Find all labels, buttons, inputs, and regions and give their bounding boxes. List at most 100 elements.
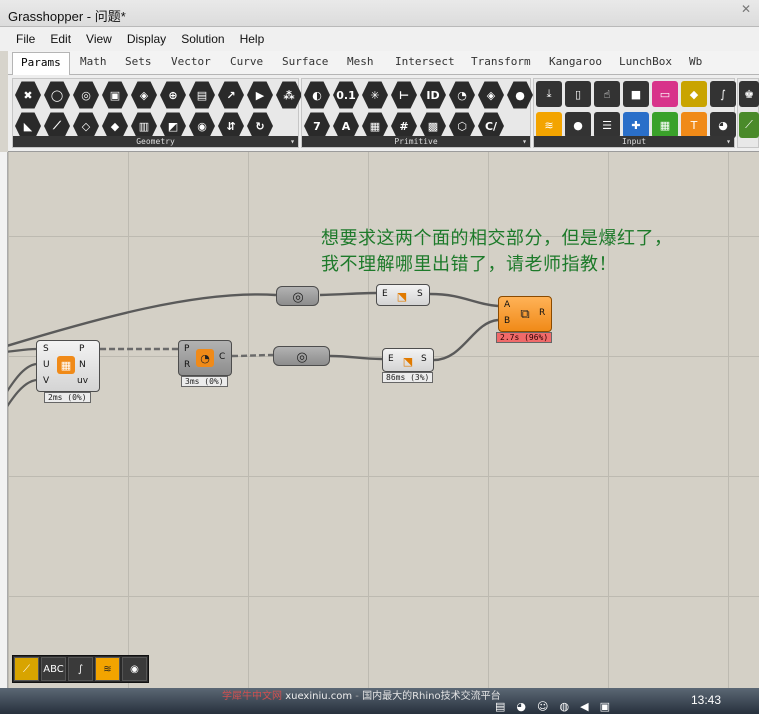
volume-icon[interactable]: ◀ — [580, 700, 588, 713]
geometry-param-icon[interactable]: ▶ — [247, 81, 273, 109]
output-port[interactable]: uv — [77, 376, 88, 386]
checkerboard-icon[interactable]: ▦ — [652, 112, 678, 138]
grasshopper-canvas[interactable]: 想要求这两个面的相交部分，但是爆红了， 我不理解哪里出错了，请老师指教！ ◎ E… — [8, 152, 759, 688]
circular-arc-param-icon[interactable]: ⊕ — [160, 81, 186, 109]
expand-arrow-icon[interactable]: ▾ — [290, 136, 295, 147]
extrude-component-top[interactable]: E ⬔ S — [376, 284, 430, 306]
panel-icon[interactable]: ■ — [623, 81, 649, 107]
tab-transform[interactable]: Transform — [471, 55, 531, 68]
input-port[interactable]: E — [382, 289, 388, 299]
md-slider-icon[interactable]: ✚ — [623, 112, 649, 138]
input-port[interactable]: E — [388, 354, 394, 364]
button-icon[interactable]: ☝ — [594, 81, 620, 107]
digit-scroller-icon[interactable]: ● — [565, 112, 591, 138]
tray-icon[interactable]: ▣ — [600, 700, 610, 713]
left-edge-strip — [0, 152, 8, 688]
brep-intersection-component[interactable]: A B ⧉ R — [498, 296, 552, 332]
field-param-icon[interactable]: ↗ — [218, 81, 244, 109]
panel-primitive-footer: Primitive ▾ — [302, 136, 530, 147]
expand-arrow-icon[interactable]: ▾ — [726, 136, 731, 147]
culture-param-icon[interactable]: ✳ — [362, 81, 388, 109]
tab-mesh[interactable]: Mesh — [347, 55, 374, 68]
gradient-icon[interactable]: ▭ — [652, 81, 678, 107]
close-icon[interactable]: ✕ — [741, 2, 755, 22]
output-port[interactable]: N — [79, 360, 86, 370]
annotation-line-2: 我不理解哪里出错了，请老师指教！ — [321, 254, 617, 275]
menu-display[interactable]: Display — [127, 32, 166, 46]
number-param-icon[interactable]: 0.1 — [333, 81, 359, 109]
download-icon[interactable]: ⤓ — [536, 81, 562, 107]
curve-param-icon[interactable]: ▤ — [189, 81, 215, 109]
tab-wb[interactable]: Wb — [689, 55, 702, 68]
timing-label: 2ms (0%) — [44, 392, 91, 403]
group-param-icon[interactable]: ⁂ — [276, 81, 302, 109]
extrude-component-bottom[interactable]: E ⬔ S — [382, 348, 434, 372]
tab-intersect[interactable]: Intersect — [395, 55, 455, 68]
number-slider-icon[interactable]: ≋ — [536, 112, 562, 138]
toggle-icon[interactable]: ▯ — [565, 81, 591, 107]
shader-param-icon[interactable]: ◈ — [478, 81, 504, 109]
output-port[interactable]: S — [421, 354, 427, 364]
graph-mapper-icon[interactable]: ∫ — [710, 81, 736, 107]
input-port[interactable]: B — [504, 316, 510, 326]
brep-param-bottom[interactable]: ◎ — [273, 346, 330, 366]
menu-edit[interactable]: Edit — [50, 32, 71, 46]
tab-kangaroo[interactable]: Kangaroo — [549, 55, 602, 68]
input-port[interactable]: V — [43, 376, 49, 386]
input-port[interactable]: U — [43, 360, 50, 370]
box-param-icon[interactable]: ▣ — [102, 81, 128, 109]
output-port[interactable]: P — [79, 344, 84, 354]
tray-icon[interactable]: ◍ — [559, 700, 569, 713]
guid-param-icon[interactable]: ID — [420, 81, 446, 109]
output-port[interactable]: C — [219, 352, 225, 362]
expand-arrow-icon[interactable]: ▾ — [522, 136, 527, 147]
tray-icon[interactable]: ◕ — [516, 700, 526, 713]
util-icon-2[interactable]: ⟋ — [739, 112, 759, 138]
input-port[interactable]: P — [184, 344, 189, 354]
input-port[interactable]: R — [184, 360, 190, 370]
domain-param-icon[interactable]: ⊢ — [391, 81, 417, 109]
tab-params[interactable]: Params — [12, 52, 70, 75]
sketch-curve-icon[interactable]: ∫ — [68, 657, 93, 681]
polygon-component[interactable]: P R ◔ C — [178, 340, 232, 376]
wire — [319, 291, 377, 297]
brep-param-icon[interactable]: ◈ — [131, 81, 157, 109]
color-swatch-icon[interactable]: ◆ — [681, 81, 707, 107]
tab-surface[interactable]: Surface — [282, 55, 328, 68]
util-icon[interactable]: ♚ — [739, 81, 759, 107]
data-path-param-icon[interactable]: ● — [507, 81, 533, 109]
point-param-icon[interactable]: ✖ — [15, 81, 41, 109]
boolean-param-icon[interactable]: ◐ — [304, 81, 330, 109]
arc-param-icon[interactable]: ◎ — [73, 81, 99, 109]
output-port[interactable]: S — [417, 289, 423, 299]
orange-slider-icon[interactable]: T — [681, 112, 707, 138]
tab-math[interactable]: Math — [80, 55, 107, 68]
wire — [8, 347, 37, 353]
record-icon[interactable]: ◉ — [122, 657, 147, 681]
image-sampler-icon[interactable]: ◕ — [710, 112, 736, 138]
window-title: Grasshopper - 问题* — [8, 9, 126, 24]
spellcheck-icon[interactable]: ABC — [41, 657, 66, 681]
input-port[interactable]: A — [504, 300, 510, 310]
menu-solution[interactable]: Solution — [181, 32, 224, 46]
tray-icon[interactable]: ☺ — [537, 700, 548, 713]
time-param-icon[interactable]: ◔ — [449, 81, 475, 109]
menu-file[interactable]: File — [16, 32, 35, 46]
tab-sets[interactable]: Sets — [125, 55, 152, 68]
circle-param-icon[interactable]: ◯ — [44, 81, 70, 109]
value-list-icon[interactable]: ☰ — [594, 112, 620, 138]
tab-vector[interactable]: Vector — [171, 55, 211, 68]
menu-help[interactable]: Help — [240, 32, 265, 46]
input-port[interactable]: S — [43, 344, 49, 354]
tray-icon[interactable]: ▤ — [495, 700, 505, 713]
tab-lunchbox[interactable]: LunchBox — [619, 55, 672, 68]
polygon-icon: ◔ — [196, 349, 214, 367]
brep-param-top[interactable]: ◎ — [276, 286, 319, 306]
tab-curve[interactable]: Curve — [230, 55, 263, 68]
heat-icon[interactable]: ≋ — [95, 657, 120, 681]
menu-view[interactable]: View — [86, 32, 112, 46]
cylinder-icon: ◎ — [292, 289, 304, 305]
divide-surface-component[interactable]: S U V ▦ P N uv — [36, 340, 100, 392]
output-port[interactable]: R — [539, 308, 545, 318]
preview-chart-icon[interactable]: ⟋ — [14, 657, 39, 681]
